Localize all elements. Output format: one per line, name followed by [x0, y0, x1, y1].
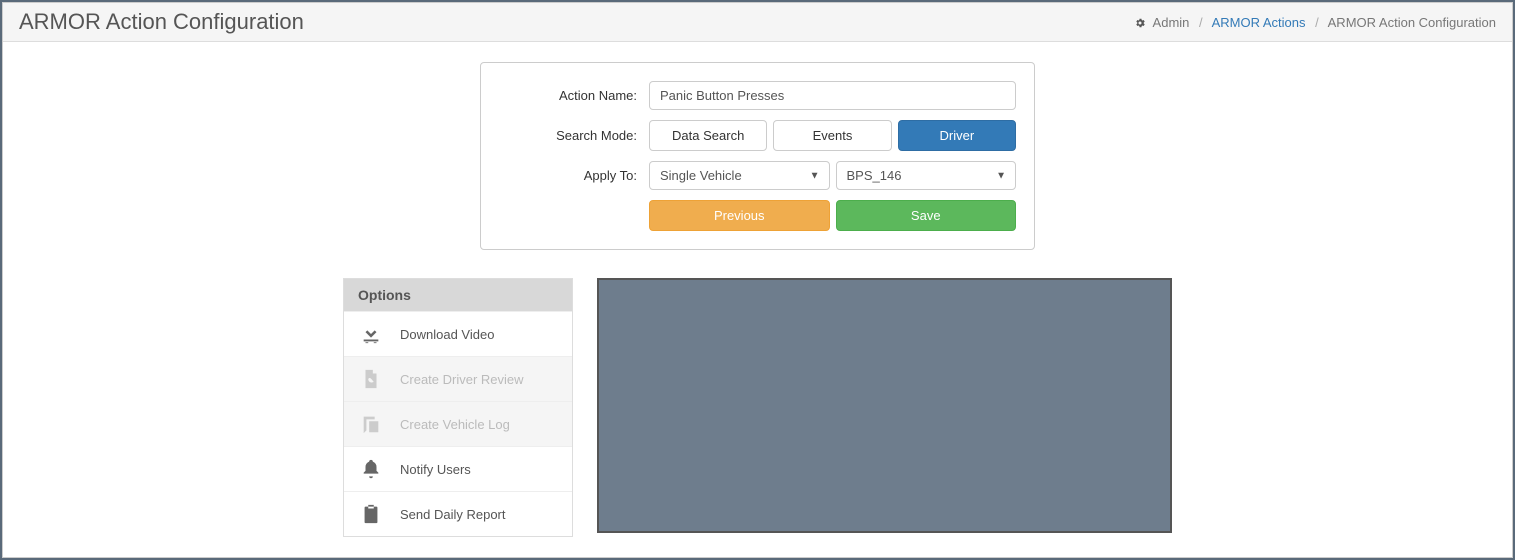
- option-download-video[interactable]: Download Video: [344, 311, 572, 356]
- vehicle-select[interactable]: BPS_146: [836, 161, 1017, 190]
- option-label: Create Vehicle Log: [400, 417, 510, 432]
- clipboard-icon: [358, 502, 384, 526]
- breadcrumb: Admin / ARMOR Actions / ARMOR Action Con…: [1133, 15, 1496, 30]
- breadcrumb-current: ARMOR Action Configuration: [1328, 15, 1496, 30]
- bell-icon: [358, 457, 384, 481]
- pdf-icon: [358, 367, 384, 391]
- option-label: Download Video: [400, 327, 494, 342]
- previous-button[interactable]: Previous: [649, 200, 830, 231]
- option-label: Send Daily Report: [400, 507, 506, 522]
- search-mode-driver[interactable]: Driver: [898, 120, 1016, 151]
- preview-area: [597, 278, 1172, 533]
- page-header: ARMOR Action Configuration Admin / ARMOR…: [3, 3, 1512, 42]
- option-create-driver-review: Create Driver Review: [344, 356, 572, 401]
- action-name-input[interactable]: [649, 81, 1016, 110]
- options-panel: Options Download Video Create Driver Rev…: [343, 278, 573, 537]
- apply-to-label: Apply To:: [499, 168, 649, 183]
- config-panel: Action Name: Search Mode: Data Search Ev…: [480, 62, 1035, 250]
- option-label: Notify Users: [400, 462, 471, 477]
- gears-icon: [1133, 15, 1151, 30]
- breadcrumb-admin: Admin: [1153, 15, 1190, 30]
- page-title: ARMOR Action Configuration: [19, 9, 304, 35]
- search-mode-data-search[interactable]: Data Search: [649, 120, 767, 151]
- action-name-label: Action Name:: [499, 88, 649, 103]
- apply-to-select[interactable]: Single Vehicle: [649, 161, 830, 190]
- save-button[interactable]: Save: [836, 200, 1017, 231]
- download-icon: [358, 322, 384, 346]
- breadcrumb-armor-actions[interactable]: ARMOR Actions: [1212, 15, 1306, 30]
- option-label: Create Driver Review: [400, 372, 524, 387]
- option-notify-users[interactable]: Notify Users: [344, 446, 572, 491]
- log-icon: [358, 412, 384, 436]
- options-header: Options: [344, 279, 572, 311]
- search-mode-label: Search Mode:: [499, 128, 649, 143]
- option-create-vehicle-log: Create Vehicle Log: [344, 401, 572, 446]
- option-send-daily-report[interactable]: Send Daily Report: [344, 491, 572, 536]
- search-mode-events[interactable]: Events: [773, 120, 891, 151]
